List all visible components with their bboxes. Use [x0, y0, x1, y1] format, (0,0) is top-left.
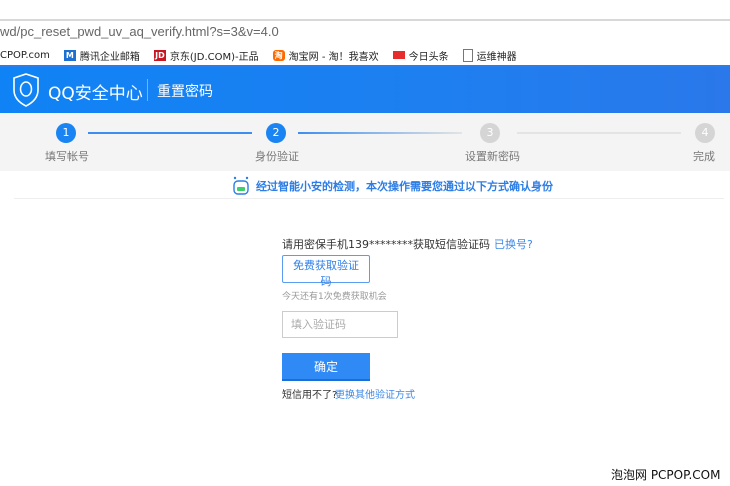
step-1-circle: 1	[56, 123, 76, 143]
verification-code-input[interactable]	[282, 311, 398, 338]
bookmark-label: 运维神器	[476, 51, 517, 63]
taobao-icon: 淘	[272, 49, 285, 61]
no-sms-text: 短信用不了?	[282, 390, 338, 401]
section-divider	[14, 198, 724, 199]
page-icon	[462, 48, 473, 62]
changed-number-link[interactable]: 已换号?	[494, 236, 533, 252]
get-code-button[interactable]: 免费获取验证码	[282, 255, 370, 288]
bookmark-label: 淘宝网 - 淘！我喜欢	[288, 51, 379, 63]
step-2-circle: 2	[266, 123, 286, 143]
bookmark-jd[interactable]: JD 京东(JD.COM)-正品	[153, 48, 259, 63]
bookmark-toutiao[interactable]: 今日头条	[392, 48, 449, 63]
bookmark-taobao[interactable]: 淘淘宝网 - 淘！我喜欢	[272, 48, 379, 63]
notice-text: 经过智能小安的检测，本次操作需要您通过以下方式确认身份	[256, 180, 553, 193]
robot-icon	[233, 176, 249, 195]
mail-icon: M	[63, 49, 76, 61]
bookmark-label: 京东(JD.COM)-正品	[169, 51, 259, 63]
bookmark-tencent-mail[interactable]: M 腾讯企业邮箱	[63, 48, 140, 63]
jd-icon: JD	[153, 49, 166, 61]
bookmark-pcpop[interactable]: CPOP.com	[0, 50, 50, 61]
step-4-label: 完成	[693, 150, 715, 163]
remaining-attempts: 今天还有1次免费获取机会	[282, 292, 387, 302]
bookmark-label: 腾讯企业邮箱	[79, 51, 140, 63]
bookmark-label: CPOP.com	[0, 49, 50, 61]
page-title: 重置密码	[157, 84, 213, 100]
step-3-circle: 3	[480, 123, 500, 143]
step-connector	[88, 132, 252, 134]
shield-logo-icon	[13, 73, 39, 107]
confirm-button[interactable]: 确定	[282, 353, 370, 381]
address-bar[interactable]: wd/pc_reset_pwd_uv_aq_verify.html?s=3&v=…	[0, 24, 279, 39]
security-notice: 经过智能小安的检测，本次操作需要您通过以下方式确认身份	[232, 176, 553, 196]
bookmark-yunwei[interactable]: 运维神器	[462, 48, 517, 63]
watermark: 泡泡网 PCPOP.COM	[611, 468, 721, 482]
site-title[interactable]: QQ安全中心	[48, 79, 143, 104]
step-4-circle: 4	[695, 123, 715, 143]
browser-divider	[0, 19, 730, 21]
step-3-label: 设置新密码	[465, 150, 520, 163]
step-connector	[298, 132, 462, 134]
phone-instruction: 请用密保手机139********获取短信验证码	[282, 238, 490, 251]
step-connector	[517, 132, 681, 134]
toutiao-icon	[392, 51, 405, 59]
step-1-label: 填写帐号	[45, 150, 89, 163]
site-header: QQ安全中心 重置密码	[0, 67, 730, 113]
step-2-label: 身份验证	[255, 150, 299, 163]
bookmark-label: 今日头条	[408, 51, 449, 63]
other-method-link[interactable]: 更换其他验证方式	[335, 386, 415, 401]
progress-steps: 1 2 3 4 填写帐号 身份验证 设置新密码 完成	[0, 113, 730, 171]
header-divider	[147, 79, 148, 101]
bookmarks-bar: CPOP.com M 腾讯企业邮箱 JD 京东(JD.COM)-正品 淘淘宝网 - …	[0, 45, 730, 67]
